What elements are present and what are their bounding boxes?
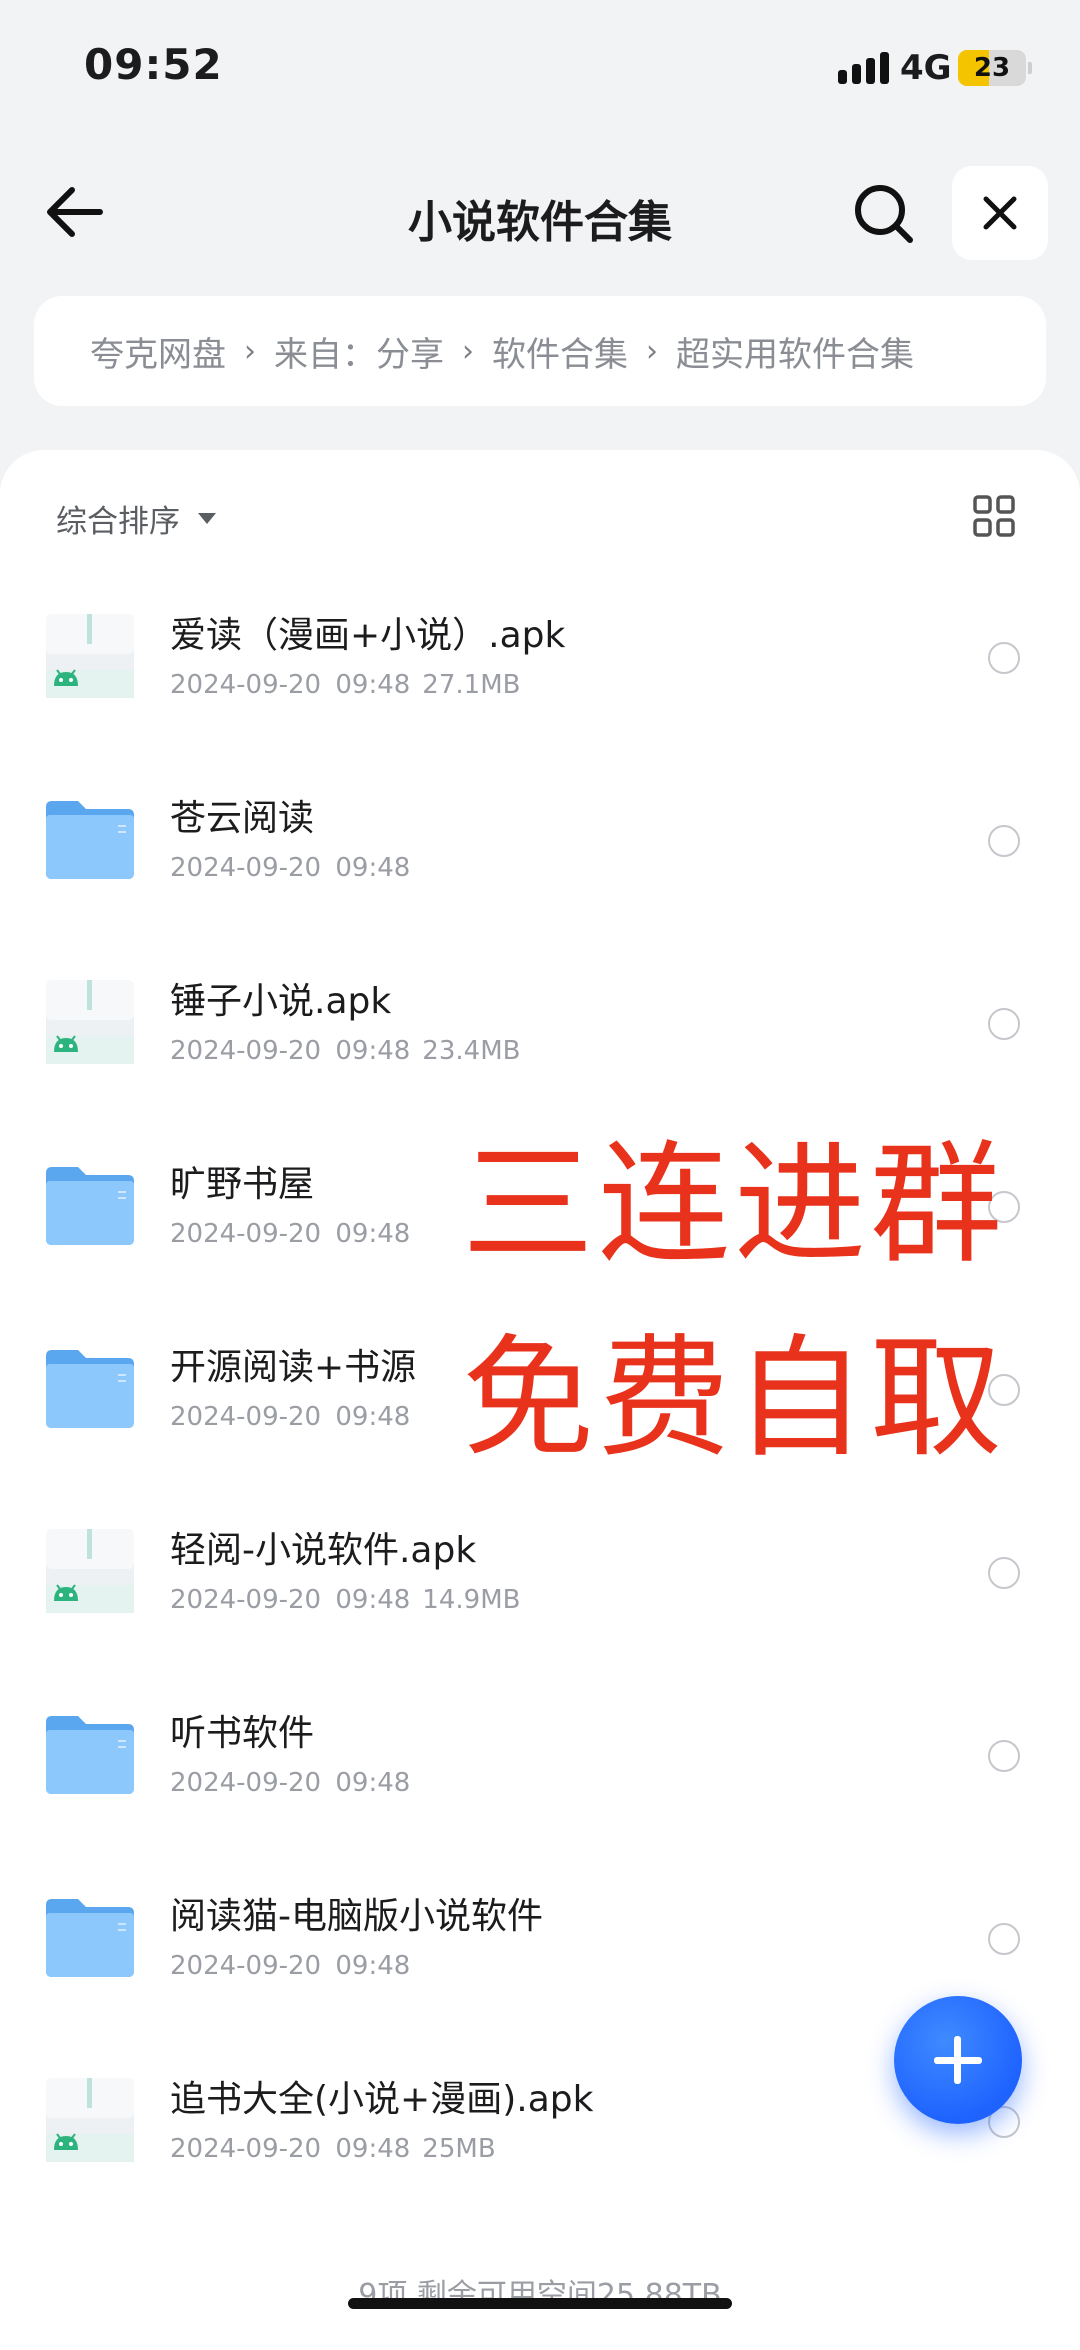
file-date: 2024-09-20 09:48 — [170, 1036, 411, 1066]
chevron-right-icon: › — [462, 333, 474, 369]
chevron-right-icon: › — [244, 333, 256, 369]
battery-icon: 23 — [958, 50, 1026, 86]
folder-icon — [44, 1159, 136, 1251]
promo-text-line-2: 免费自取 — [462, 1322, 1006, 1476]
file-meta: 2024-09-20 09:48 — [170, 853, 422, 883]
status-bar: 09:52 4G 23 — [0, 0, 1080, 130]
file-date: 2024-09-20 09:48 — [170, 1951, 411, 1981]
file-name: 苍云阅读 — [170, 798, 315, 839]
sort-dropdown[interactable]: 综合排序 — [56, 496, 216, 541]
file-name: 锤子小说.apk — [170, 981, 392, 1022]
network-type: 4G — [900, 48, 952, 88]
search-icon — [855, 185, 913, 243]
file-row[interactable]: 听书软件 2024-09-20 09:48 — [0, 1668, 1080, 1851]
select-radio[interactable] — [988, 1740, 1020, 1772]
add-button[interactable] — [894, 1996, 1022, 2124]
file-size: 27.1MB — [422, 670, 521, 700]
file-name: 阅读猫-电脑版小说软件 — [170, 1896, 543, 1937]
file-name: 听书软件 — [170, 1713, 315, 1754]
file-size: 23.4MB — [422, 1036, 521, 1066]
file-date: 2024-09-20 09:48 — [170, 853, 411, 883]
select-radio[interactable] — [988, 1557, 1020, 1589]
breadcrumb-item-quark-drive[interactable]: 夸克网盘 — [90, 327, 226, 376]
plus-icon-vertical — [954, 2036, 961, 2084]
file-row[interactable]: 爱读（漫画+小说）.apk 2024-09-20 09:48 27.1MB — [0, 570, 1080, 753]
file-row[interactable]: 阅读猫-电脑版小说软件 2024-09-20 09:48 — [0, 1851, 1080, 2034]
file-row[interactable]: 苍云阅读 2024-09-20 09:48 — [0, 753, 1080, 936]
file-name: 追书大全(小说+漫画).apk — [170, 2079, 594, 2120]
select-radio[interactable] — [988, 825, 1020, 857]
apk-file-icon — [44, 1525, 136, 1617]
file-meta: 2024-09-20 09:48 — [170, 1768, 422, 1798]
file-date: 2024-09-20 09:48 — [170, 1585, 411, 1615]
breadcrumb-item-share[interactable]: 来自：分享 — [274, 327, 444, 376]
battery-level: 23 — [973, 53, 1011, 83]
file-meta: 2024-09-20 09:48 25MB — [170, 2134, 496, 2164]
breadcrumb: 夸克网盘 › 来自：分享 › 软件合集 › 超实用软件合集 — [34, 296, 1046, 406]
folder-icon — [44, 1891, 136, 1983]
status-time: 09:52 — [84, 40, 223, 89]
file-size: 25MB — [422, 2134, 496, 2164]
file-date: 2024-09-20 09:48 — [170, 670, 411, 700]
file-name: 爱读（漫画+小说）.apk — [170, 615, 566, 656]
select-radio[interactable] — [988, 642, 1020, 674]
file-meta: 2024-09-20 09:48 23.4MB — [170, 1036, 520, 1066]
home-indicator[interactable] — [348, 2298, 732, 2309]
file-date: 2024-09-20 09:48 — [170, 1402, 411, 1432]
breadcrumb-item-current[interactable]: 超实用软件合集 — [676, 327, 914, 376]
search-button[interactable] — [852, 182, 916, 246]
caret-down-icon — [198, 513, 216, 524]
grid-view-icon[interactable] — [972, 494, 1016, 538]
close-icon — [983, 196, 1017, 230]
apk-file-icon — [44, 2074, 136, 2166]
file-row[interactable]: 锤子小说.apk 2024-09-20 09:48 23.4MB — [0, 936, 1080, 1119]
file-name: 旷野书屋 — [170, 1164, 315, 1205]
signal-icon — [838, 52, 894, 84]
file-meta: 2024-09-20 09:48 — [170, 1951, 422, 1981]
battery-cap — [1028, 62, 1032, 74]
file-meta: 2024-09-20 09:48 14.9MB — [170, 1585, 520, 1615]
file-name: 轻阅-小说软件.apk — [170, 1530, 477, 1571]
file-name: 开源阅读+书源 — [170, 1347, 417, 1388]
file-date: 2024-09-20 09:48 — [170, 1219, 411, 1249]
promo-text-line-1: 三连进群 — [462, 1128, 1006, 1282]
page-title: 小说软件合集 — [408, 197, 672, 248]
file-meta: 2024-09-20 09:48 — [170, 1219, 422, 1249]
select-radio[interactable] — [988, 1923, 1020, 1955]
file-meta: 2024-09-20 09:48 27.1MB — [170, 670, 520, 700]
select-radio[interactable] — [988, 1008, 1020, 1040]
apk-file-icon — [44, 610, 136, 702]
sort-label: 综合排序 — [56, 504, 180, 540]
file-meta: 2024-09-20 09:48 — [170, 1402, 422, 1432]
folder-icon — [44, 793, 136, 885]
file-date: 2024-09-20 09:48 — [170, 2134, 411, 2164]
folder-icon — [44, 1342, 136, 1434]
file-row[interactable]: 轻阅-小说软件.apk 2024-09-20 09:48 14.9MB — [0, 1485, 1080, 1668]
apk-file-icon — [44, 976, 136, 1068]
file-date: 2024-09-20 09:48 — [170, 1768, 411, 1798]
close-button[interactable] — [952, 166, 1048, 260]
chevron-right-icon: › — [646, 333, 658, 369]
breadcrumb-item-software[interactable]: 软件合集 — [492, 327, 628, 376]
folder-icon — [44, 1708, 136, 1800]
file-size: 14.9MB — [422, 1585, 521, 1615]
